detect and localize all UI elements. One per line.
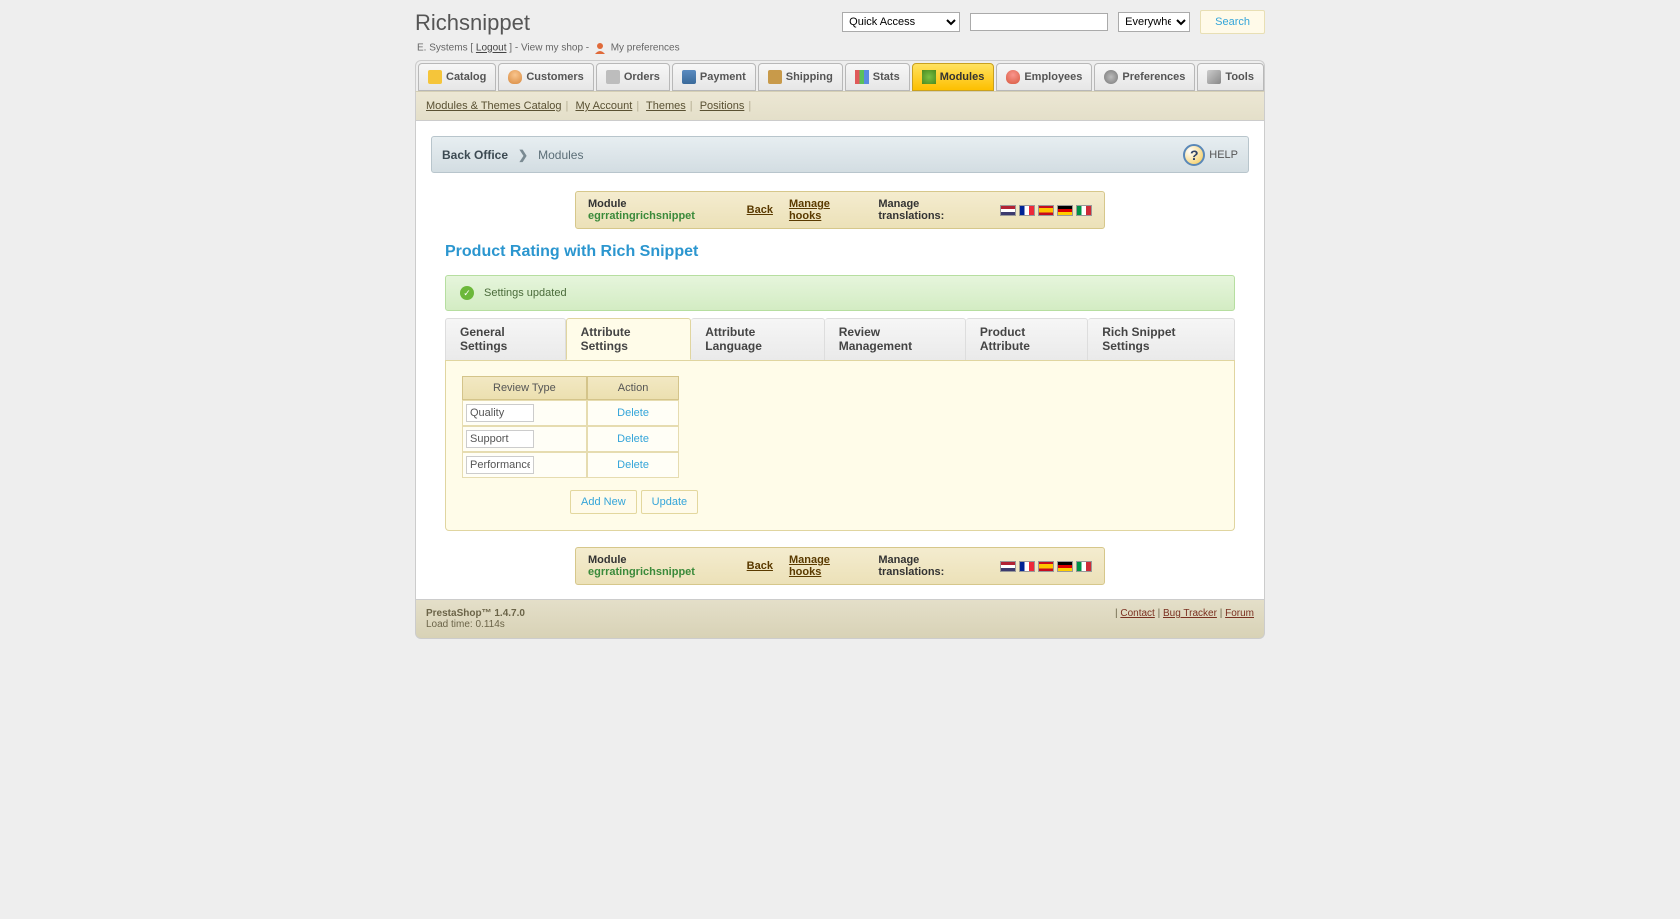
nav-stats[interactable]: Stats: [845, 63, 910, 91]
subnav-themes[interactable]: Themes: [646, 100, 686, 112]
flag-it-icon[interactable]: [1076, 205, 1092, 216]
module-name: egrratingrichsnippet: [588, 210, 695, 222]
back-link[interactable]: Back: [747, 204, 773, 216]
page-title: Product Rating with Rich Snippet: [445, 243, 1249, 261]
col-action: Action: [587, 376, 680, 400]
tab-attribute-language[interactable]: Attribute Language: [691, 318, 825, 360]
flag-us-icon[interactable]: [1000, 561, 1016, 572]
back-link[interactable]: Back: [747, 560, 773, 572]
manage-hooks-link[interactable]: Manage hooks: [789, 198, 862, 222]
nav-preferences[interactable]: Preferences: [1094, 63, 1195, 91]
subnav-my-account[interactable]: My Account: [575, 100, 632, 112]
breadcrumb-current: Modules: [538, 148, 583, 162]
add-new-button[interactable]: Add New: [570, 490, 637, 514]
preferences-icon: [1104, 70, 1118, 84]
table-row: Delete: [462, 426, 679, 452]
flag-fr-icon[interactable]: [1019, 561, 1035, 572]
flag-it-icon[interactable]: [1076, 561, 1092, 572]
orders-icon: [606, 70, 620, 84]
shipping-icon: [768, 70, 782, 84]
flag-es-icon[interactable]: [1038, 561, 1054, 572]
check-icon: ✓: [460, 286, 474, 300]
review-type-input[interactable]: [466, 430, 534, 448]
table-row: Delete: [462, 452, 679, 478]
flag-de-icon[interactable]: [1057, 205, 1073, 216]
review-type-input[interactable]: [466, 456, 534, 474]
footer-forum-link[interactable]: Forum: [1225, 608, 1254, 619]
success-text: Settings updated: [484, 287, 567, 299]
success-message: ✓ Settings updated: [445, 275, 1235, 311]
user-icon: [594, 42, 606, 54]
tabs: General Settings Attribute Settings Attr…: [445, 318, 1235, 361]
quick-access-select[interactable]: Quick Access: [842, 12, 960, 32]
customers-icon: [508, 70, 522, 84]
breadcrumb-root[interactable]: Back Office: [442, 148, 508, 162]
user-info-line: E. Systems [ Logout ] - View my shop - M…: [415, 38, 1265, 60]
loadtime-text: Load time: 0.114s: [426, 619, 525, 630]
payment-icon: [682, 70, 696, 84]
site-title: Richsnippet: [415, 10, 530, 36]
flag-de-icon[interactable]: [1057, 561, 1073, 572]
chevron-right-icon: ❯: [518, 148, 528, 162]
version-text: PrestaShop™ 1.4.7.0: [426, 608, 525, 619]
module-bar-bottom: Module egrratingrichsnippet Back Manage …: [575, 547, 1105, 585]
manage-translations-label: Manage translations:: [878, 198, 984, 222]
logout-link[interactable]: Logout: [476, 43, 507, 54]
tab-review-management[interactable]: Review Management: [825, 318, 966, 360]
main-nav: Catalog Customers Orders Payment Shippin…: [415, 60, 1265, 91]
subnav-positions[interactable]: Positions: [700, 100, 745, 112]
tab-general-settings[interactable]: General Settings: [445, 318, 566, 360]
review-type-input[interactable]: [466, 404, 534, 422]
nav-modules[interactable]: Modules: [912, 63, 995, 91]
subnav-modules-themes[interactable]: Modules & Themes Catalog: [426, 100, 562, 112]
flag-fr-icon[interactable]: [1019, 205, 1035, 216]
col-review-type: Review Type: [462, 376, 587, 400]
folder-icon: [428, 70, 442, 84]
my-preferences-link[interactable]: My preferences: [611, 43, 680, 54]
nav-catalog[interactable]: Catalog: [418, 63, 496, 91]
header: Richsnippet Quick Access Everywhere Sear…: [415, 0, 1265, 38]
nav-shipping[interactable]: Shipping: [758, 63, 843, 91]
help-button[interactable]: ? HELP: [1183, 144, 1238, 166]
nav-customers[interactable]: Customers: [498, 63, 593, 91]
tab-product-attribute[interactable]: Product Attribute: [966, 318, 1088, 360]
employees-icon: [1006, 70, 1020, 84]
nav-tools[interactable]: Tools: [1197, 63, 1264, 91]
delete-link[interactable]: Delete: [612, 407, 654, 419]
tools-icon: [1207, 70, 1221, 84]
manage-hooks-link[interactable]: Manage hooks: [789, 554, 862, 578]
footer-bugtracker-link[interactable]: Bug Tracker: [1163, 608, 1217, 619]
search-input[interactable]: [970, 13, 1108, 31]
flag-es-icon[interactable]: [1038, 205, 1054, 216]
update-button[interactable]: Update: [641, 490, 698, 514]
footer: PrestaShop™ 1.4.7.0 Load time: 0.114s | …: [415, 600, 1265, 639]
breadcrumb: Back Office ❯ Modules ? HELP: [431, 136, 1249, 173]
nav-payment[interactable]: Payment: [672, 63, 756, 91]
nav-orders[interactable]: Orders: [596, 63, 670, 91]
help-icon: ?: [1183, 144, 1205, 166]
nav-employees[interactable]: Employees: [996, 63, 1092, 91]
tab-rich-snippet-settings[interactable]: Rich Snippet Settings: [1088, 318, 1235, 360]
table-row: Delete: [462, 400, 679, 426]
module-bar-top: Module egrratingrichsnippet Back Manage …: [575, 191, 1105, 229]
stats-icon: [855, 70, 869, 84]
modules-icon: [922, 70, 936, 84]
attribute-table: Review Type Action Delete Delete Delete: [462, 376, 679, 478]
footer-contact-link[interactable]: Contact: [1120, 608, 1154, 619]
sub-nav: Modules & Themes Catalog| My Account| Th…: [415, 91, 1265, 121]
delete-link[interactable]: Delete: [612, 459, 654, 471]
delete-link[interactable]: Delete: [612, 433, 654, 445]
flag-us-icon[interactable]: [1000, 205, 1016, 216]
search-scope-select[interactable]: Everywhere: [1118, 12, 1190, 32]
tab-attribute-settings[interactable]: Attribute Settings: [566, 318, 692, 360]
search-button[interactable]: Search: [1200, 10, 1265, 34]
tab-panel-attribute-settings: Review Type Action Delete Delete Delete …: [445, 360, 1235, 531]
